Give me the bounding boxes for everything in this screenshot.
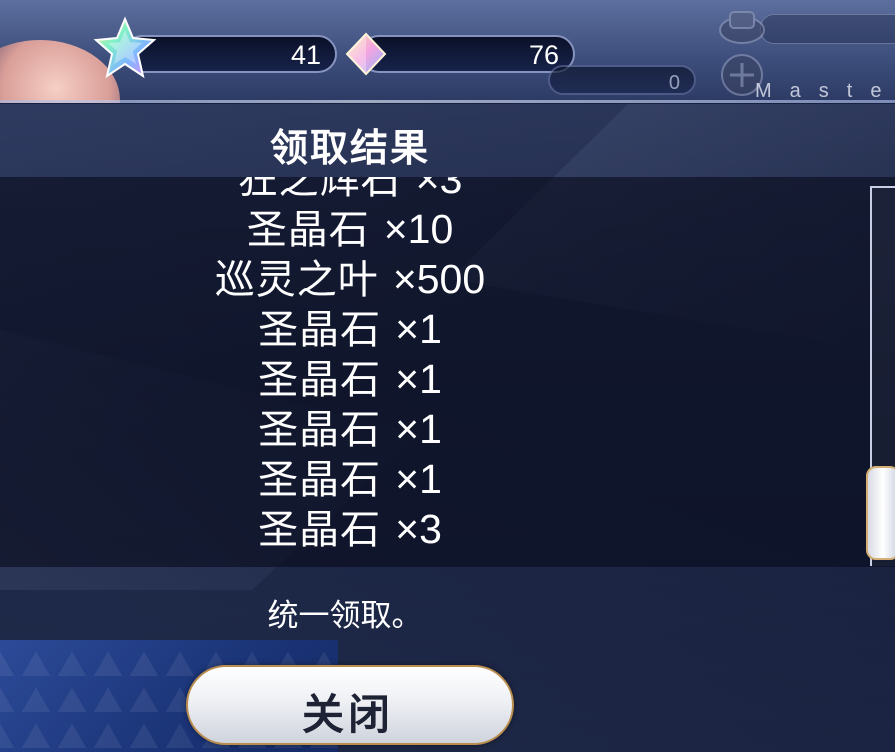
reward-name: 圣晶石	[246, 207, 370, 253]
game-screen: 41 76 0 Maste 领取结果 狂之辉石 ×3 圣晶石 ×10 巡灵之叶 …	[0, 0, 895, 752]
reward-quantity: ×1	[395, 456, 442, 502]
reward-quantity: ×3	[395, 506, 442, 552]
reward-item: 圣晶石 ×1	[0, 304, 700, 354]
reward-item: 狂之辉石 ×3	[0, 177, 700, 204]
ap-bar	[760, 14, 895, 44]
reward-item: 圣晶石 ×1	[0, 454, 700, 504]
reward-item: 圣晶石 ×10	[0, 204, 700, 254]
reward-list-panel[interactable]: 狂之辉石 ×3 圣晶石 ×10 巡灵之叶 ×500 圣晶石 ×1 圣晶石 ×1 圣晶石 ×1 圣晶石 ×1…	[0, 177, 895, 567]
reward-quantity: ×3	[415, 177, 463, 202]
rainbow-star-icon	[93, 16, 157, 79]
reward-name: 圣晶石	[258, 507, 382, 553]
header-divider	[0, 100, 895, 103]
reward-name: 圣晶石	[258, 407, 382, 453]
close-button[interactable]: 关闭	[186, 665, 514, 745]
dialog-title: 领取结果	[269, 126, 430, 170]
reward-list: 狂之辉石 ×3 圣晶石 ×10 巡灵之叶 ×500 圣晶石 ×1 圣晶石 ×1 圣晶石 ×1 圣晶石 ×1…	[0, 177, 700, 554]
reward-name: 圣晶石	[258, 307, 382, 353]
top-status-bar: 41 76 0 Maste	[0, 0, 895, 103]
reward-item: 巡灵之叶 ×500	[0, 254, 700, 304]
reward-quantity: ×1	[395, 306, 442, 352]
scrollbar-thumb[interactable]	[866, 466, 895, 560]
reward-quantity: ×10	[383, 206, 454, 252]
claim-notice: 统一领取。	[267, 598, 423, 634]
reward-item: 圣晶石 ×1	[0, 404, 700, 454]
saint-quartz-count: 41	[290, 40, 321, 70]
reward-quantity: ×500	[392, 256, 486, 302]
reward-quantity: ×1	[395, 406, 442, 452]
reward-item: 圣晶石 ×3	[0, 504, 700, 554]
secondary-counter: 0	[548, 65, 696, 95]
reward-item: 圣晶石 ×1	[0, 354, 700, 404]
reward-name: 圣晶石	[258, 457, 382, 503]
gem-counter: 76	[360, 35, 575, 73]
secondary-count: 0	[668, 72, 680, 94]
reward-quantity: ×1	[395, 356, 442, 402]
close-button-label: 关闭	[301, 690, 394, 739]
reward-name: 圣晶石	[258, 357, 382, 403]
gift-box-icon	[719, 11, 765, 44]
reward-name: 狂之辉石	[237, 177, 402, 203]
gem-count: 76	[528, 40, 559, 70]
prism-gem-icon	[345, 32, 387, 76]
reward-name: 巡灵之叶	[214, 257, 379, 303]
